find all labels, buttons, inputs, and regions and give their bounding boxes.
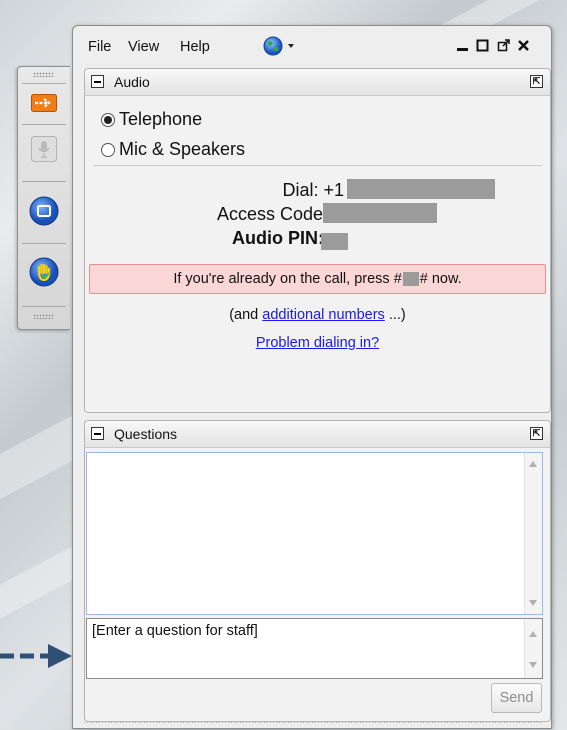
minimize-icon [457,48,468,51]
radio-label-telephone: Telephone [119,109,203,129]
questions-title: Questions [114,426,178,442]
globe-icon [263,36,294,56]
radio-button[interactable] [101,112,115,127]
questions-collapse-button[interactable] [91,427,104,440]
popout-button[interactable] [496,38,511,53]
divider [22,124,66,125]
redacted-audio-pin [321,233,348,250]
problem-dialing-line: Problem dialing in? [85,335,550,351]
raise-hand-button[interactable] [28,256,60,288]
minimize-button[interactable] [455,38,470,53]
chevron-down-icon [288,44,294,48]
alert-prefix: If you're already on the call, press # [173,271,402,287]
questions-section: Questions ⇱ [Enter a question for staff]… [84,420,551,722]
microphone-button[interactable] [28,133,60,165]
additional-numbers-line: (and additional numbers ...) [85,307,550,323]
collapse-panel-button[interactable] [28,87,60,119]
question-input-scrollbar[interactable] [524,619,542,678]
questions-header: Questions ⇱ [85,421,550,448]
maximize-button[interactable] [475,38,490,53]
already-on-call-alert: If you're already on the call, press # #… [89,264,546,294]
divider [22,83,66,84]
radio-button[interactable] [101,142,115,157]
question-input-placeholder: [Enter a question for staff] [92,623,258,639]
scroll-down-icon[interactable] [529,662,537,668]
audio-header: Audio ⇱ [85,69,550,96]
questions-log[interactable] [86,452,543,615]
radio-telephone[interactable]: Telephone [101,109,202,130]
redacted-pin-code [402,272,419,286]
arrow-icon [31,94,57,112]
question-input[interactable]: [Enter a question for staff] [86,618,543,679]
audio-pin-label: Audio PIN: [232,228,324,248]
audio-section: Audio ⇱ Telephone Mic & Speakers Dial: +… [84,68,551,413]
popout-icon: ⇱ [532,428,541,438]
close-button[interactable] [516,38,531,53]
maximize-icon [476,39,489,52]
divider [22,181,66,182]
microphone-icon [31,136,57,162]
screen-icon [29,196,59,226]
alert-suffix: # now. [419,271,462,287]
scroll-down-icon[interactable] [529,600,537,606]
dial-label: Dial: +1 [282,180,344,200]
raise-hand-icon [29,257,59,287]
scroll-up-icon[interactable] [529,461,537,467]
menu-view[interactable]: View [128,39,159,55]
control-strip [17,66,70,330]
divider [22,306,66,307]
problem-dialing-link[interactable]: Problem dialing in? [256,335,379,351]
radio-mic-speakers[interactable]: Mic & Speakers [101,139,245,160]
questions-popout-button[interactable]: ⇱ [530,427,543,440]
popout-icon [497,39,510,52]
panel-resize-grip[interactable] [83,721,541,725]
audio-title: Audio [114,74,150,90]
strip-grip-top[interactable] [33,72,53,77]
questions-log-scrollbar[interactable] [524,453,542,614]
language-menu[interactable] [263,36,299,61]
additional-numbers-link[interactable]: additional numbers [262,307,385,323]
menu-help[interactable]: Help [180,39,210,55]
popout-icon: ⇱ [532,76,541,86]
scroll-up-icon[interactable] [529,631,537,637]
control-panel: File View Help Audio ⇱ Telephone Mic & S… [72,25,552,729]
divider [93,165,542,166]
redacted-dial-number [347,179,495,199]
menu-bar: File View Help [73,26,551,64]
divider [22,243,66,244]
additional-prefix: (and [229,307,263,323]
strip-grip-bottom[interactable] [33,314,53,319]
radio-label-mic-speakers: Mic & Speakers [119,139,246,159]
access-code-label: Access Code: [216,204,328,224]
audio-popout-button[interactable]: ⇱ [530,75,543,88]
annotation-arrow-icon [0,644,72,668]
audio-collapse-button[interactable] [91,75,104,88]
share-screen-button[interactable] [28,195,60,227]
send-button[interactable]: Send [491,683,542,713]
menu-file[interactable]: File [88,39,111,55]
redacted-access-code [323,203,437,223]
close-icon [518,40,529,51]
additional-suffix: ...) [384,307,406,323]
